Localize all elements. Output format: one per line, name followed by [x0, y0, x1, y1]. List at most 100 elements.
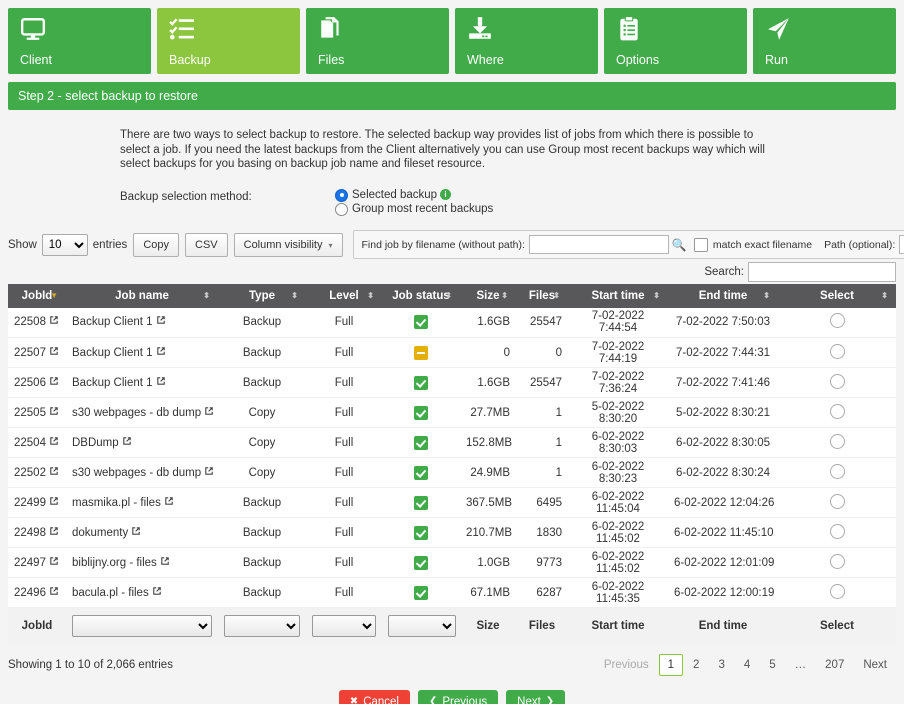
- match-exact-filename-checkbox[interactable]: [694, 238, 708, 252]
- pagination-page-2[interactable]: 2: [684, 654, 708, 676]
- external-link-icon[interactable]: [50, 557, 58, 565]
- column-header-type[interactable]: Type⬍: [218, 284, 306, 308]
- external-link-icon[interactable]: [50, 437, 58, 445]
- radio-selected-backup[interactable]: [335, 189, 348, 202]
- pagination-page-5[interactable]: 5: [760, 654, 784, 676]
- column-visibility-button[interactable]: Column visibility▾: [234, 233, 343, 257]
- column-header-size[interactable]: Size⬍: [460, 284, 516, 308]
- column-header-starttime-label: Start time: [591, 290, 644, 302]
- wizard-tile-client[interactable]: Client: [8, 8, 151, 74]
- find-filename-input[interactable]: [529, 235, 669, 254]
- column-header-jobid[interactable]: JobId▼: [8, 284, 66, 308]
- external-link-icon[interactable]: [50, 467, 58, 475]
- select-backup-radio[interactable]: [830, 344, 845, 359]
- select-backup-radio[interactable]: [830, 374, 845, 389]
- column-header-files[interactable]: Files⬍: [516, 284, 568, 308]
- jobid-value: 22505: [14, 407, 46, 419]
- radio-option-selected-backup[interactable]: Selected backupi: [335, 188, 451, 202]
- table-row[interactable]: 22508Backup Client 1BackupFull1.6GB25547…: [8, 308, 896, 338]
- pagination-next[interactable]: Next: [854, 654, 896, 676]
- external-link-icon[interactable]: [157, 347, 165, 355]
- cell-type: Copy: [218, 458, 306, 488]
- external-link-icon[interactable]: [50, 407, 58, 415]
- jobid-value: 22502: [14, 467, 46, 479]
- select-backup-radio[interactable]: [830, 584, 845, 599]
- column-header-jobname[interactable]: Job name⬍: [66, 284, 218, 308]
- magnifier-icon[interactable]: 🔍: [672, 238, 687, 252]
- table-row[interactable]: 22499masmika.pl - filesBackupFull367.5MB…: [8, 488, 896, 518]
- wizard-tile-backup[interactable]: Backup: [157, 8, 300, 74]
- footer-select-label: Select: [778, 608, 896, 644]
- table-row[interactable]: 22496bacula.pl - filesBackupFull67.1MB62…: [8, 578, 896, 608]
- cell-jobstatus: [382, 398, 460, 428]
- filter-select-jobstatus[interactable]: [388, 615, 456, 637]
- external-link-icon[interactable]: [132, 527, 140, 535]
- filter-select-level[interactable]: [312, 615, 376, 637]
- external-link-icon[interactable]: [50, 497, 58, 505]
- select-backup-radio[interactable]: [830, 494, 845, 509]
- external-link-icon[interactable]: [50, 527, 58, 535]
- pagination-page-207[interactable]: 207: [816, 654, 853, 676]
- pagination-page-4[interactable]: 4: [735, 654, 759, 676]
- cell-size: 152.8MB: [460, 428, 516, 458]
- wizard-tile-run[interactable]: Run: [753, 8, 896, 74]
- previous-button[interactable]: ❮Previous: [418, 690, 498, 704]
- external-link-icon[interactable]: [205, 467, 213, 475]
- select-backup-radio[interactable]: [830, 404, 845, 419]
- path-input[interactable]: [899, 235, 904, 254]
- external-link-icon[interactable]: [123, 437, 131, 445]
- external-link-icon[interactable]: [50, 377, 58, 385]
- wizard-tile-options[interactable]: Options: [604, 8, 747, 74]
- table-row[interactable]: 22497biblijny.org - filesBackupFull1.0GB…: [8, 548, 896, 578]
- table-row[interactable]: 22504DBDumpCopyFull152.8MB16-02-20228:30…: [8, 428, 896, 458]
- external-link-icon[interactable]: [157, 316, 165, 324]
- select-backup-radio[interactable]: [830, 524, 845, 539]
- csv-button[interactable]: CSV: [185, 233, 228, 257]
- radio-option-group-most-recent[interactable]: Group most recent backups: [335, 202, 493, 216]
- external-link-icon[interactable]: [157, 377, 165, 385]
- info-icon[interactable]: i: [440, 189, 451, 200]
- cell-jobname: masmika.pl - files: [66, 488, 218, 518]
- filter-select-type[interactable]: [224, 615, 300, 637]
- wizard-tile-files[interactable]: Files: [306, 8, 449, 74]
- table-row[interactable]: 22502s30 webpages - db dumpCopyFull24.9M…: [8, 458, 896, 488]
- column-header-starttime[interactable]: Start time⬍: [568, 284, 668, 308]
- filter-select-jobname[interactable]: [72, 615, 212, 637]
- pagination-page-1[interactable]: 1: [659, 654, 683, 676]
- cell-type: Backup: [218, 578, 306, 608]
- cell-select: [778, 488, 896, 518]
- column-header-endtime[interactable]: End time⬍: [668, 284, 778, 308]
- external-link-icon[interactable]: [161, 557, 169, 565]
- external-link-icon[interactable]: [50, 316, 58, 324]
- radio-group-most-recent[interactable]: [335, 203, 348, 216]
- external-link-icon[interactable]: [50, 587, 58, 595]
- select-backup-radio[interactable]: [830, 464, 845, 479]
- external-link-icon[interactable]: [50, 347, 58, 355]
- cancel-button[interactable]: ✖Cancel: [339, 690, 410, 704]
- select-backup-radio[interactable]: [830, 313, 845, 328]
- copy-button[interactable]: Copy: [133, 233, 179, 257]
- external-link-icon[interactable]: [205, 407, 213, 415]
- pagination-previous[interactable]: Previous: [595, 654, 658, 676]
- next-button[interactable]: Next❯: [506, 690, 565, 704]
- column-header-files-label: Files: [529, 290, 555, 302]
- table-row[interactable]: 22505s30 webpages - db dumpCopyFull27.7M…: [8, 398, 896, 428]
- external-link-icon[interactable]: [165, 497, 173, 505]
- search-input[interactable]: [748, 262, 896, 282]
- select-backup-radio[interactable]: [830, 554, 845, 569]
- table-row[interactable]: 22498dokumentyBackupFull210.7MB18306-02-…: [8, 518, 896, 548]
- cell-starttime: 6-02-202211:45:35: [568, 578, 668, 608]
- datatable-bottom: Showing 1 to 10 of 2,066 entries Previou…: [0, 644, 904, 676]
- column-header-jobstatus[interactable]: Job status⬍: [382, 284, 460, 308]
- page-length-select[interactable]: 10 25 50 100: [42, 234, 88, 256]
- chevron-down-icon: ▾: [328, 241, 332, 250]
- external-link-icon[interactable]: [153, 587, 161, 595]
- table-row[interactable]: 22507Backup Client 1BackupFull007-02-202…: [8, 338, 896, 368]
- column-header-level[interactable]: Level⬍: [306, 284, 382, 308]
- pagination-page-…[interactable]: …: [786, 654, 816, 676]
- wizard-tile-where[interactable]: Where: [455, 8, 598, 74]
- select-backup-radio[interactable]: [830, 434, 845, 449]
- column-header-select[interactable]: Select⬍: [778, 284, 896, 308]
- table-row[interactable]: 22506Backup Client 1BackupFull1.6GB25547…: [8, 368, 896, 398]
- pagination-page-3[interactable]: 3: [709, 654, 733, 676]
